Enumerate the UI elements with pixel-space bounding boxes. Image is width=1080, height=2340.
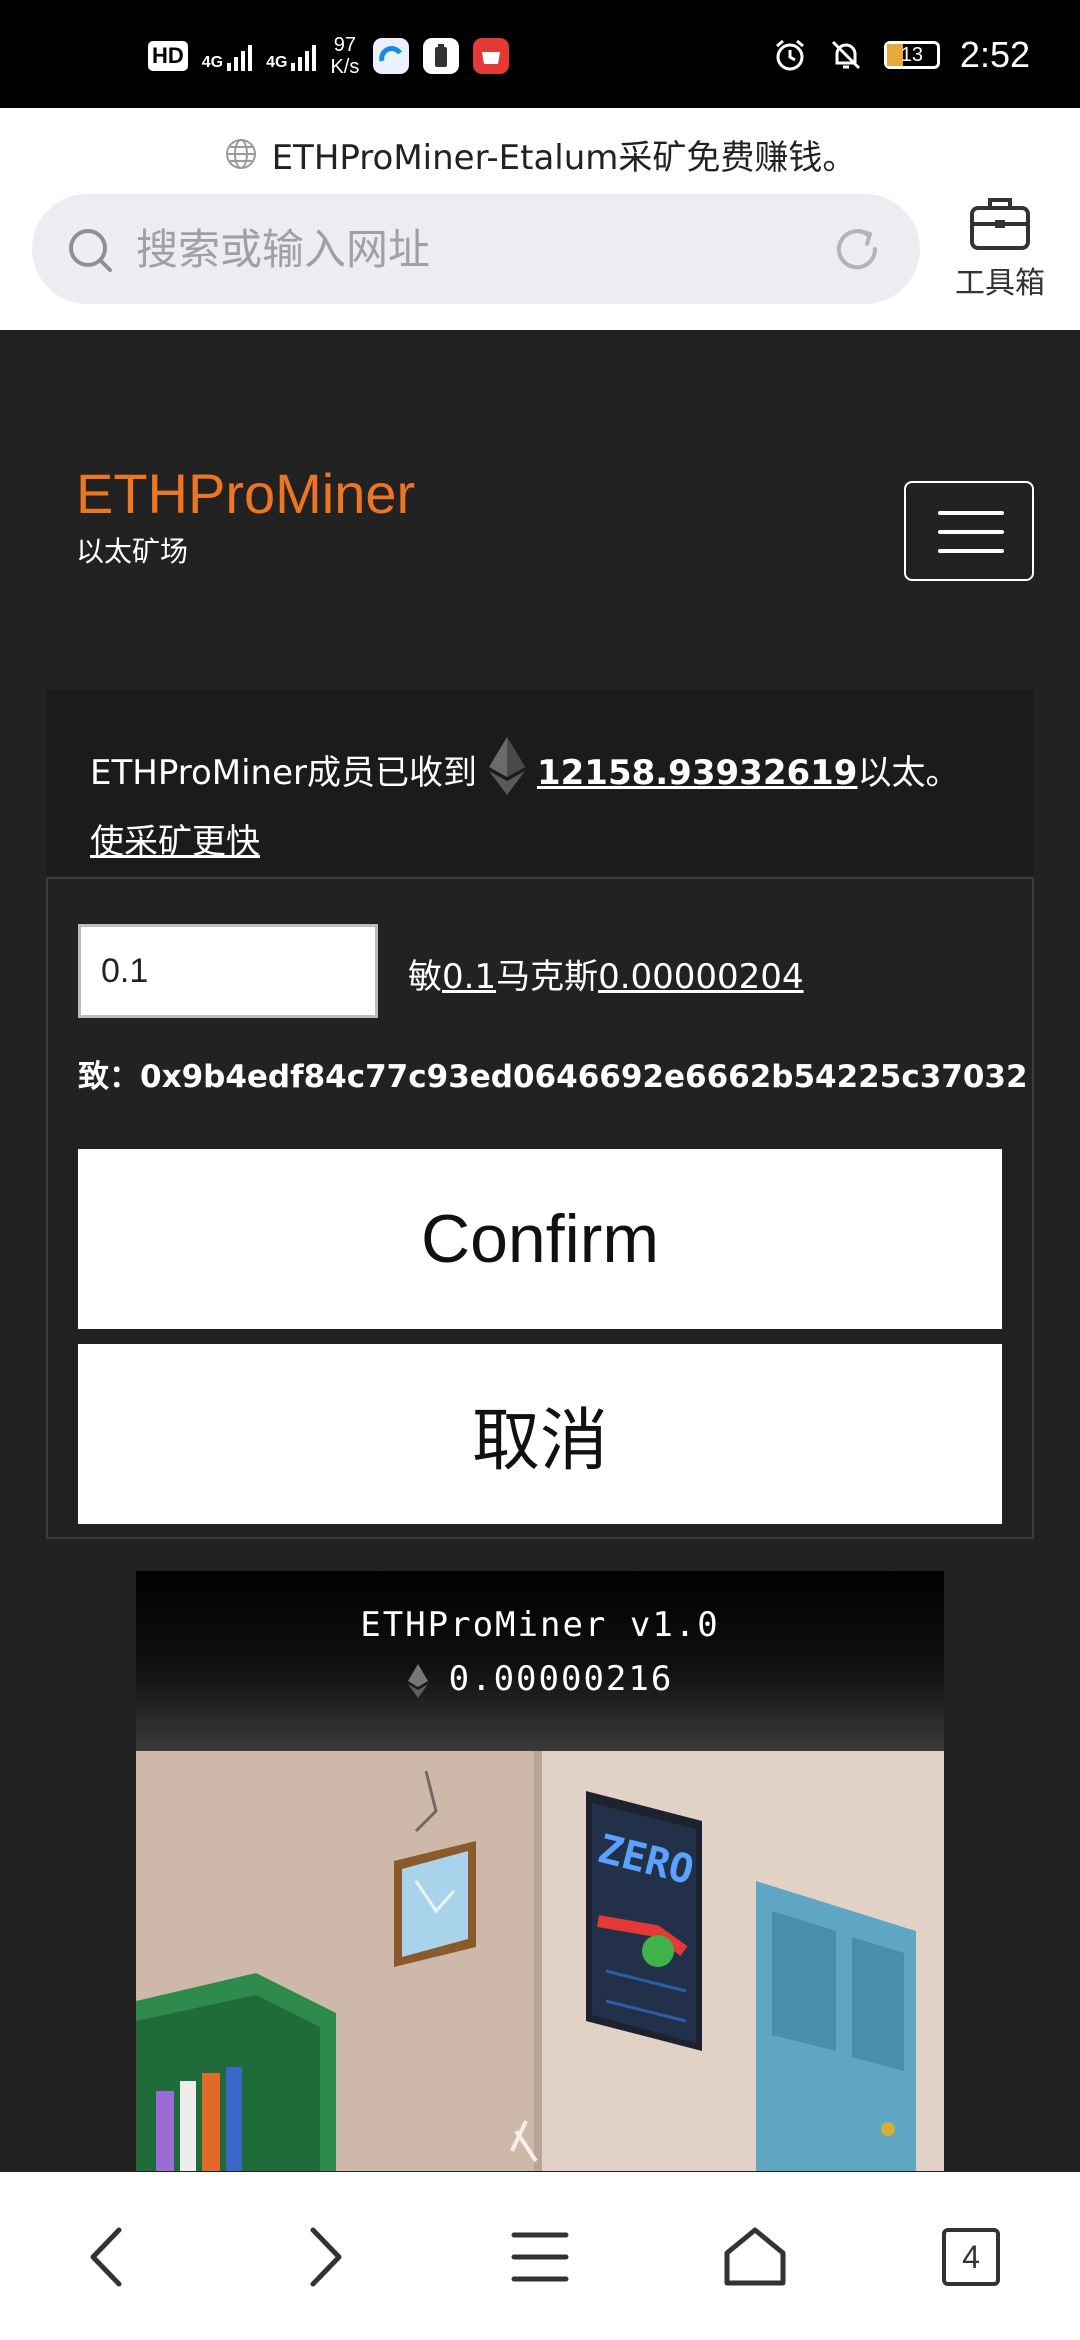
browser-toolbar: ETHProMiner-Etalum采矿免费赚钱。 工具箱 [0, 108, 1080, 330]
home-icon [724, 2227, 786, 2286]
limits-line: 敏0.1马克斯0.00000204 [408, 949, 804, 998]
bookshelf [136, 1973, 336, 2171]
signal-icon-2: 4G [266, 41, 317, 71]
network-speed: 97 K/s [330, 34, 359, 78]
speed-value: 97 [333, 34, 357, 56]
forward-button[interactable] [271, 2202, 381, 2312]
pixel-room-illustration: ZERO [136, 1751, 944, 2171]
toolbox-button[interactable]: 工具箱 [940, 194, 1060, 314]
chevron-right-icon [310, 2227, 342, 2287]
search-icon [69, 229, 112, 272]
cancel-button[interactable]: 取消 [78, 1344, 1002, 1524]
status-time: 2:52 [959, 34, 1030, 75]
back-button[interactable] [51, 2202, 161, 2312]
battery-saver-app-icon [423, 38, 460, 74]
wallet-address: 0x9b4edf84c77c93ed0646692e6662b54225c370… [140, 1059, 1028, 1095]
hamburger-menu-button[interactable] [904, 481, 1034, 581]
page-title: ETHProMiner-Etalum采矿免费赚钱。 [271, 137, 857, 178]
tabs-count-icon: 4 [942, 2228, 1000, 2286]
battery-icon: 13 [883, 41, 940, 69]
min-value[interactable]: 0.1 [442, 957, 496, 997]
page-title-bar: ETHProMiner-Etalum采矿免费赚钱。 [0, 116, 1080, 192]
game-header: ETHProMiner v1.0 0.00000216 [136, 1571, 944, 1751]
recipient-line: 致：0x9b4edf84c77c93ed0646692e6662b54225c3… [78, 1051, 1028, 1096]
home-button[interactable] [700, 2202, 810, 2312]
browser-app-icon [373, 38, 410, 74]
address-input[interactable] [136, 214, 836, 284]
ethereum-small-icon [407, 1663, 428, 1698]
info-prefix: ETHProMiner成员已收到 [90, 753, 477, 793]
site-brand[interactable]: ETHProMiner [76, 462, 415, 526]
door [756, 1881, 916, 2171]
site-header: ETHProMiner 以太矿场 [76, 462, 415, 570]
status-bar: HD 4G 4G 97 K/s 13 2:52 [0, 0, 1080, 108]
hd-voice-icon: HD [148, 41, 188, 71]
signal-icon-1: 4G [201, 41, 253, 71]
huawei-appgallery-icon [473, 38, 510, 74]
ethereum-icon [487, 735, 527, 814]
toolbox-icon [970, 198, 1030, 250]
game-room-scene[interactable]: ZERO [136, 1751, 944, 2171]
reload-icon[interactable] [830, 222, 884, 276]
max-value[interactable]: 0.00000204 [598, 957, 804, 997]
chevron-left-icon [90, 2227, 122, 2287]
info-unit: 以太。 [857, 753, 960, 793]
info-notice: ETHProMiner成员已收到 12158.93932619以太。使采矿更快 [46, 690, 1034, 876]
amount-input[interactable] [78, 924, 378, 1018]
withdraw-form: 敏0.1马克斯0.00000204 致：0x9b4edf84c77c93ed06… [46, 877, 1034, 1539]
max-label: 马克斯 [496, 957, 599, 997]
faster-mining-link[interactable]: 使采矿更快 [90, 822, 260, 862]
eth-received-amount[interactable]: 12158.93932619 [537, 753, 857, 793]
menu-button[interactable] [485, 2202, 595, 2312]
network-type-2: 4G [266, 54, 288, 71]
game-title: ETHProMiner v1.0 [360, 1605, 720, 1645]
game-balance: 0.00000216 [448, 1659, 674, 1699]
globe-icon [225, 139, 256, 169]
min-label: 敏 [408, 957, 442, 997]
mute-bell-icon [831, 40, 860, 70]
miner-game-panel: ETHProMiner v1.0 0.00000216 ZERO [136, 1571, 944, 2171]
alarm-icon [775, 39, 804, 71]
address-bar[interactable] [32, 194, 920, 304]
game-balance-line: 0.00000216 [136, 1659, 944, 1699]
speed-unit: K/s [330, 56, 360, 78]
site-tagline: 以太矿场 [76, 535, 189, 568]
browser-bottom-nav: 4 [0, 2172, 1080, 2340]
menu-icon [511, 2232, 569, 2282]
confirm-button[interactable]: Confirm [78, 1149, 1002, 1329]
tabs-button[interactable]: 4 [916, 2202, 1026, 2312]
toolbox-label: 工具箱 [955, 266, 1045, 301]
zero-poster: ZERO [586, 1791, 702, 2051]
to-label: 致： [78, 1059, 140, 1095]
battery-level: 13 [900, 44, 924, 66]
mirror-picture [394, 1841, 476, 1967]
network-type-1: 4G [201, 54, 224, 71]
